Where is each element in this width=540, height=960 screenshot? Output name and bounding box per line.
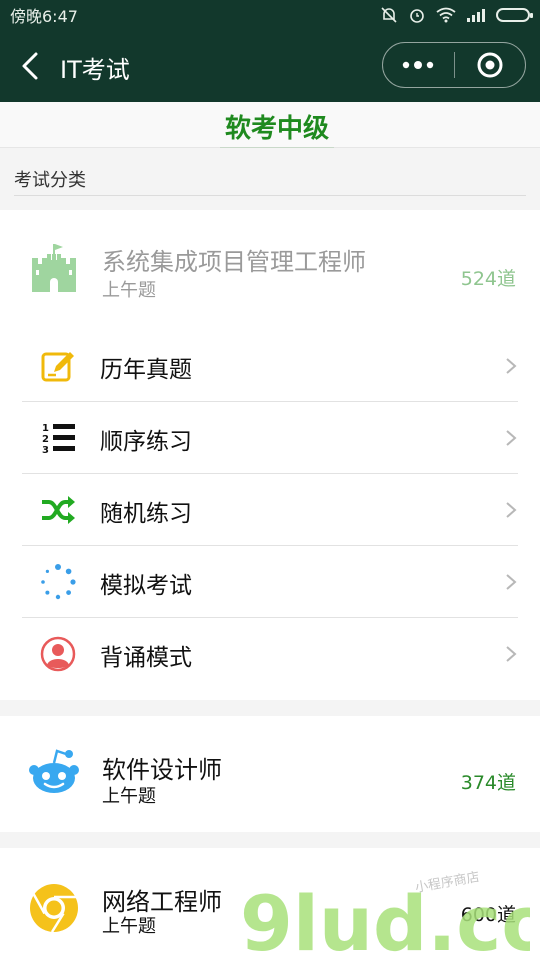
chevron-right-icon [506,502,517,518]
loading-dots-icon [41,564,76,600]
chrome-logo-icon [30,884,78,933]
menu-item-sequential-practice[interactable]: 1 2 3 顺序练习 [22,402,518,474]
question-count: 524道 [460,268,516,290]
section-divider [14,195,526,196]
reddit-alien-icon [29,749,79,793]
more-button[interactable] [383,43,454,87]
mute-alert-icon [381,7,397,23]
exam-name: 软件设计师 [102,756,222,784]
chevron-right-icon [506,574,517,590]
menu-item-label: 随机练习 [100,501,192,527]
castle-icon [32,244,76,292]
question-count: 600道 [460,904,516,926]
category-title: 软考中级 [220,108,334,148]
shuffle-icon [42,496,75,524]
menu-item-label: 背诵模式 [100,645,192,671]
user-avatar-icon [40,636,76,672]
svg-text:1: 1 [42,423,49,434]
svg-text:3: 3 [42,445,49,456]
section-label: 考试分类 [14,170,86,191]
exam-session: 上午题 [102,786,156,807]
exam-name: 系统集成项目管理工程师 [102,248,366,276]
menu-item-label: 模拟考试 [100,573,192,599]
wifi-icon [436,7,456,23]
back-arrow-icon[interactable] [14,48,50,84]
status-bar: 傍晚6:47 [0,0,540,30]
exam-session: 上午题 [102,280,156,301]
menu-item-random-practice[interactable]: 随机练习 [22,474,518,546]
exam-card[interactable]: 软件设计师 上午题 374道 [0,716,540,832]
exam-header[interactable]: 系统集成项目管理工程师 上午题 524道 [0,210,540,330]
exam-card[interactable]: 网络工程师 上午题 600道 [0,848,540,960]
battery-icon [496,8,533,22]
nav-bar: IT考试 [0,30,540,102]
edit-note-icon [41,352,74,382]
menu-item-mock-exam[interactable]: 模拟考试 [22,546,518,618]
chevron-right-icon [506,358,517,374]
numbered-list-icon: 1 2 3 [42,423,75,456]
status-time: 傍晚6:47 [10,7,78,26]
menu-item-label: 历年真题 [100,357,192,383]
menu-item-past-papers[interactable]: 历年真题 [22,330,518,402]
signal-icon [467,9,485,22]
close-button[interactable] [455,43,526,87]
svg-text:2: 2 [42,434,49,445]
chevron-right-icon [506,646,517,662]
page-title: IT考试 [60,56,130,84]
target-close-icon [477,52,503,78]
menu-item-label: 顺序练习 [100,429,192,455]
exam-card-expanded: 系统集成项目管理工程师 上午题 524道 历年真题 1 2 3 顺序练习 随机练… [0,210,540,700]
alarm-icon [410,9,424,23]
exam-session: 上午题 [102,916,156,937]
menu-item-recite-mode[interactable]: 背诵模式 [22,618,518,690]
category-header: 软考中级 [0,102,540,148]
question-count: 374道 [460,772,516,794]
more-dots-icon [403,61,434,69]
mini-program-capsule [382,42,526,88]
status-icons [380,6,533,24]
chevron-right-icon [506,430,517,446]
